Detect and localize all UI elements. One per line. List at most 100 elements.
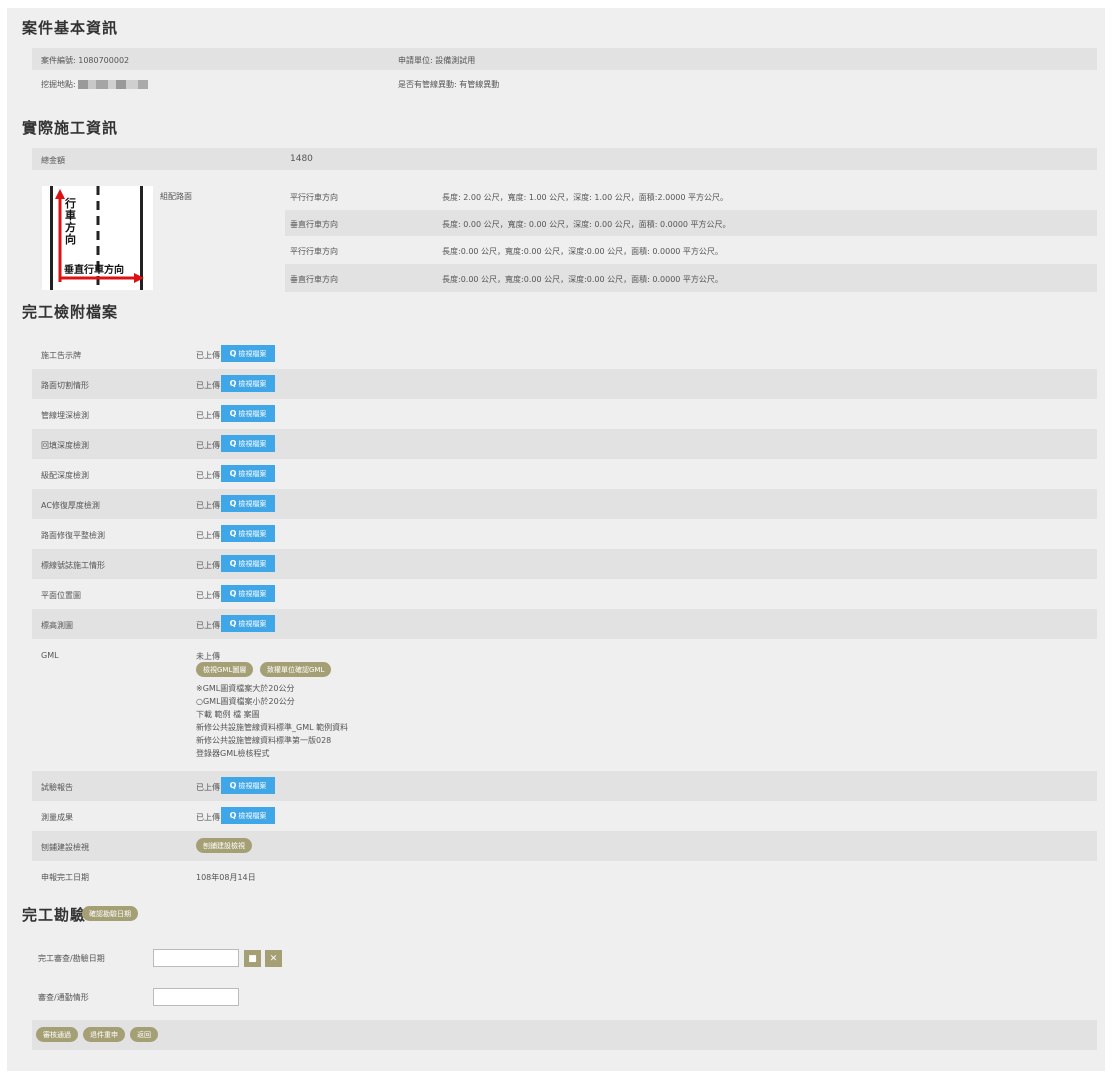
applicant: 申請單位: 設備測試用	[398, 56, 476, 65]
upload-status: 已上傳	[196, 561, 220, 570]
section-title-construction: 實際施工資訊	[22, 119, 119, 137]
view-file-button[interactable]: Q 檢視檔案	[221, 615, 275, 632]
gml-note-line: ※GML圖資檔案大於20公分	[196, 684, 295, 693]
file-label: 標高測圖	[41, 621, 73, 630]
dimension-detail: 長度: 0.00 公尺，寬度: 0.00 公尺，深度: 0.00 公尺，面積: …	[442, 220, 731, 229]
search-icon: Q	[229, 349, 237, 358]
pipeline-change: 是否有管線異動: 有管線異動	[398, 80, 500, 89]
view-file-button[interactable]: Q 檢視檔案	[221, 585, 275, 602]
upload-status: 已上傳	[196, 531, 220, 540]
inspection-date-input[interactable]	[153, 949, 239, 967]
clear-icon[interactable]: ✕	[265, 950, 282, 967]
search-icon: Q	[229, 781, 237, 790]
file-row: 管線埋深檢測 已上傳 Q 檢視檔案	[32, 399, 1097, 429]
gml-label: GML	[41, 651, 59, 660]
file-label: 平面位置圖	[41, 591, 81, 600]
view-file-button[interactable]: Q 檢視檔案	[221, 807, 275, 824]
completion-date-row: 申報完工日期 108年08月14日	[32, 861, 1097, 891]
file-label: 路面切割情形	[41, 381, 89, 390]
dimension-detail: 長度:0.00 公尺，寬度:0.00 公尺，深度:0.00 公尺，面積: 0.0…	[442, 275, 723, 284]
view-file-button[interactable]: Q 檢視檔案	[221, 495, 275, 512]
upload-status: 已上傳	[196, 783, 220, 792]
action-bar: 審核通過 退件重申 返回	[32, 1020, 1097, 1050]
file-row: 試驗報告 已上傳 Q 檢視檔案	[32, 771, 1097, 801]
completion-date-label: 申報完工日期	[41, 873, 89, 882]
completion-date-value: 108年08月14日	[196, 873, 256, 882]
restore-view-button[interactable]: 刨鋪建設檢視	[196, 838, 252, 853]
upload-status: 已上傳	[196, 813, 220, 822]
basic-row-2: 挖掘地點: 是否有管線異動: 有管線異動	[32, 72, 1097, 94]
file-row: 標線號誌施工情形 已上傳 Q 檢視檔案	[32, 549, 1097, 579]
inspection-date-label: 完工審查/勘驗日期	[38, 954, 105, 963]
view-file-button[interactable]: Q 檢視檔案	[221, 375, 275, 392]
view-file-button[interactable]: Q 檢視檔案	[221, 465, 275, 482]
dimension-direction: 垂直行車方向	[290, 220, 338, 229]
view-file-button[interactable]: Q 檢視檔案	[221, 435, 275, 452]
section-title-inspection: 完工勘驗	[22, 906, 87, 924]
gml-download-link[interactable]: 下載 範例 檔 案圖	[196, 709, 260, 720]
gml-download-link[interactable]: 新修公共設施管線資料標準_GML 範例資料	[196, 722, 348, 733]
address-redacted	[78, 80, 149, 89]
gml-download-link[interactable]: 新修公共設施管線資料標準第一版028	[196, 735, 331, 746]
file-row: 施工告示牌 已上傳 Q 檢視檔案	[32, 339, 1097, 369]
gml-status: 未上傳	[196, 652, 220, 661]
dimension-row: 垂直行車方向 長度:0.00 公尺，寬度:0.00 公尺，深度:0.00 公尺，…	[285, 264, 1097, 292]
confirm-inspection-date-button[interactable]: 確認勘驗日期	[82, 906, 138, 921]
inspection-note-label: 審查/通勤情形	[38, 993, 89, 1002]
upload-status: 已上傳	[196, 381, 220, 390]
file-row: 級配深度檢測 已上傳 Q 檢視檔案	[32, 459, 1097, 489]
diagram-vertical-label: 行 車 方 向	[65, 197, 76, 246]
search-icon: Q	[229, 409, 237, 418]
case-number: 案件編號: 1080700002	[41, 56, 130, 65]
road-type: 組配路面	[160, 192, 192, 201]
upload-status: 已上傳	[196, 351, 220, 360]
section-title-files: 完工檢附檔案	[22, 303, 119, 321]
file-row: AC修復厚度檢測 已上傳 Q 檢視檔案	[32, 489, 1097, 519]
dimension-row: 平行行車方向 長度: 2.00 公尺，寬度: 1.00 公尺，深度: 1.00 …	[285, 184, 1097, 208]
file-row: 回填深度檢測 已上傳 Q 檢視檔案	[32, 429, 1097, 459]
search-icon: Q	[229, 589, 237, 598]
view-file-button[interactable]: Q 檢視檔案	[221, 525, 275, 542]
file-label: 回填深度檢測	[41, 441, 89, 450]
upload-status: 已上傳	[196, 591, 220, 600]
file-label: 標線號誌施工情形	[41, 561, 105, 570]
file-row: 路面修復平整檢測 已上傳 Q 檢視檔案	[32, 519, 1097, 549]
address-label: 挖掘地點:	[41, 80, 76, 89]
road-direction-diagram: 行 車 方 向 垂直行車方向	[42, 186, 153, 290]
dimension-direction: 平行行車方向	[290, 247, 338, 256]
view-gml-layer-button[interactable]: 檢視GML圖層	[196, 662, 254, 677]
address: 挖掘地點:	[41, 79, 149, 90]
search-icon: Q	[229, 469, 237, 478]
return-resubmit-button[interactable]: 退件重申	[83, 1027, 125, 1042]
page-frame: 案件基本資訊 案件編號: 1080700002 申請單位: 設備測試用 挖掘地點…	[7, 8, 1105, 1071]
view-file-button[interactable]: Q 檢視檔案	[221, 555, 275, 572]
dimension-detail: 長度:0.00 公尺，寬度:0.00 公尺，深度:0.00 公尺，面積: 0.0…	[442, 247, 723, 256]
file-row: 平面位置圖 已上傳 Q 檢視檔案	[32, 579, 1097, 609]
search-icon: Q	[229, 529, 237, 538]
file-label: 級配深度檢測	[41, 471, 89, 480]
file-label: AC修復厚度檢測	[41, 501, 100, 510]
gml-download-link[interactable]: 登錄器GML檢核程式	[196, 748, 270, 759]
calendar-icon[interactable]: ■	[244, 950, 261, 967]
search-icon: Q	[229, 811, 237, 820]
view-file-button[interactable]: Q 檢視檔案	[221, 777, 275, 794]
inspection-note-input[interactable]	[153, 988, 239, 1006]
approve-button[interactable]: 審核通過	[36, 1027, 78, 1042]
dimension-direction: 垂直行車方向	[290, 275, 338, 284]
dimension-direction: 平行行車方向	[290, 193, 338, 202]
gml-note-line: ○GML圖資檔案小於20公分	[196, 697, 295, 706]
view-file-button[interactable]: Q 檢視檔案	[221, 405, 275, 422]
file-label: 試驗報告	[41, 783, 73, 792]
file-label: 測量成果	[41, 813, 73, 822]
restore-label: 刨鋪建設檢視	[41, 843, 89, 852]
view-file-button[interactable]: Q 檢視檔案	[221, 345, 275, 362]
confirm-gml-button[interactable]: 致權單位確認GML	[260, 662, 332, 677]
back-button[interactable]: 返回	[130, 1027, 158, 1042]
upload-status: 已上傳	[196, 471, 220, 480]
basic-row-1: 案件編號: 1080700002 申請單位: 設備測試用	[32, 48, 1097, 70]
file-label: 管線埋深檢測	[41, 411, 89, 420]
total-row: 總金額 1480	[32, 148, 1097, 170]
diagram-horizontal-label: 垂直行車方向	[64, 265, 124, 276]
total-value: 1480	[290, 154, 313, 164]
restore-row: 刨鋪建設檢視 刨鋪建設檢視	[32, 831, 1097, 861]
